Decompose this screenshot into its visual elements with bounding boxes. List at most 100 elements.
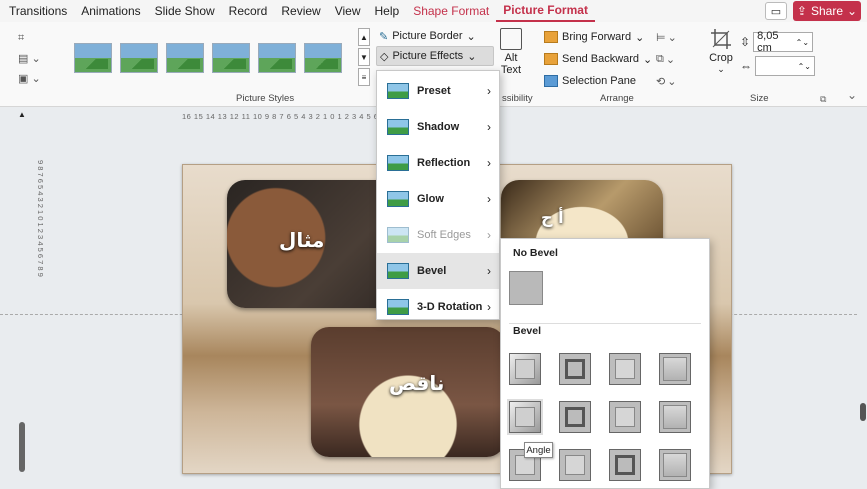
style-thumbnail[interactable] <box>166 43 204 73</box>
style-thumbnail[interactable] <box>304 43 342 73</box>
style-thumbnail[interactable] <box>120 43 158 73</box>
bevel-option[interactable] <box>559 401 591 433</box>
style-thumbnail[interactable] <box>212 43 250 73</box>
tab-slide-show[interactable]: Slide Show <box>148 0 222 22</box>
chevron-right-icon: › <box>487 300 491 314</box>
bevel-option-angle[interactable] <box>507 399 543 435</box>
alt-text-label: Alt Text <box>500 52 522 76</box>
bevel-option[interactable] <box>509 353 541 385</box>
tab-picture-format[interactable]: Picture Format <box>496 0 595 22</box>
reflection-icon <box>387 155 409 171</box>
compress-icon[interactable]: ▣ ⌄ <box>18 68 58 88</box>
chevron-down-icon: ⌄ <box>847 4 858 18</box>
bevel-option[interactable] <box>559 449 591 481</box>
scroll-up-icon[interactable]: ▲ <box>18 110 26 119</box>
slide-word: مثال <box>279 228 325 252</box>
picture-effects-menu: Preset › Shadow › Reflection › Glow › So… <box>376 70 500 320</box>
size-label: Size <box>750 93 769 104</box>
effects-icon: ◇ <box>380 50 389 63</box>
bevel-icon <box>387 263 409 279</box>
crop-icon <box>710 28 732 50</box>
size-dialog-launcher-icon[interactable]: ⧉ <box>820 94 826 105</box>
group-icon: ⧉ <box>656 52 664 65</box>
book-image[interactable]: ناقص <box>311 327 505 457</box>
spinner-icon[interactable]: ⌃⌄ <box>796 38 809 47</box>
bevel-option[interactable] <box>559 353 591 385</box>
menu-item-glow[interactable]: Glow › <box>377 181 499 217</box>
alt-text-button[interactable]: Alt Text <box>496 28 526 76</box>
width-field[interactable]: ⌃⌄ <box>755 56 815 76</box>
bevel-option[interactable] <box>659 449 691 481</box>
menu-item-preset[interactable]: Preset › <box>377 73 499 109</box>
angle-tooltip: Angle <box>524 442 553 458</box>
menu-item-shadow[interactable]: Shadow › <box>377 109 499 145</box>
align-icon: ⊨ <box>656 31 666 44</box>
bring-forward-icon <box>544 31 558 43</box>
crop-button[interactable]: Crop ⌄ <box>706 28 736 75</box>
slide-word: ناقص <box>389 371 445 395</box>
menu-item-reflection[interactable]: Reflection › <box>377 145 499 181</box>
picture-effects-button[interactable]: ◇ Picture Effects ⌄ <box>376 46 494 66</box>
gallery-down-button[interactable]: ▼ <box>358 48 370 66</box>
chevron-down-icon: ⌄ <box>467 50 477 63</box>
menu-item-label: Bevel <box>417 265 447 277</box>
remove-background-icon[interactable]: ⌗ <box>18 28 58 48</box>
picture-styles-label: Picture Styles <box>236 93 295 104</box>
size-group: ⇳ 8,05 cm ⌃⌄ ⇔ ⌃⌄ <box>740 30 832 78</box>
scroll-thumb[interactable] <box>860 403 866 421</box>
style-thumbnail[interactable] <box>258 43 296 73</box>
picture-border-label: Picture Border <box>392 30 463 42</box>
collapse-ribbon-icon[interactable]: ⌄ <box>847 88 857 102</box>
spinner-icon[interactable]: ⌃⌄ <box>798 62 811 71</box>
corrections-icon[interactable]: ▤ ⌄ <box>18 48 58 68</box>
align-button[interactable]: ⊨ ⌄ <box>656 26 696 48</box>
gallery-more-button[interactable]: ≡ <box>358 68 370 86</box>
menu-item-3d-rotation[interactable]: 3-D Rotation › <box>377 289 499 325</box>
bevel-option[interactable] <box>609 401 641 433</box>
group-button[interactable]: ⧉ ⌄ <box>656 48 696 70</box>
menu-bar: Transitions Animations Slide Show Record… <box>0 0 867 22</box>
bevel-option[interactable] <box>659 353 691 385</box>
height-icon: ⇳ <box>740 35 751 49</box>
divider <box>509 323 701 324</box>
chevron-right-icon: › <box>487 264 491 278</box>
tab-animations[interactable]: Animations <box>74 0 147 22</box>
tab-help[interactable]: Help <box>368 0 407 22</box>
height-field[interactable]: 8,05 cm ⌃⌄ <box>753 30 814 54</box>
share-button[interactable]: ⇪ Share ⌄ <box>793 1 861 21</box>
comments-button[interactable]: ▭ <box>765 2 787 20</box>
style-thumbnail[interactable] <box>74 43 112 73</box>
chevron-down-icon: ⌄ <box>635 31 645 44</box>
preset-icon <box>387 83 409 99</box>
crop-label: Crop <box>709 52 733 64</box>
tab-record[interactable]: Record <box>222 0 275 22</box>
rotate-button[interactable]: ⟲ ⌄ <box>656 70 696 92</box>
right-scrollbar[interactable] <box>858 107 867 489</box>
bevel-option[interactable] <box>609 353 641 385</box>
scroll-thumb[interactable] <box>19 422 25 472</box>
arrange-tools: ⊨ ⌄ ⧉ ⌄ ⟲ ⌄ <box>656 26 696 92</box>
tab-view[interactable]: View <box>328 0 368 22</box>
pencil-icon: ✎ <box>379 30 389 43</box>
arrange-label: Arrange <box>600 93 634 104</box>
thumbnail-scrollbar[interactable]: ▲ <box>14 110 30 482</box>
tab-transitions[interactable]: Transitions <box>2 0 74 22</box>
menu-item-label: 3-D Rotation <box>417 301 483 313</box>
comment-icon: ▭ <box>770 5 782 18</box>
glow-icon <box>387 191 409 207</box>
bevel-heading: Bevel <box>513 325 542 337</box>
menu-item-bevel[interactable]: Bevel › <box>377 253 499 289</box>
tab-shape-format[interactable]: Shape Format <box>406 0 496 22</box>
send-backward-label: Send Backward <box>562 53 640 65</box>
menu-item-soft-edges: Soft Edges › <box>377 217 499 253</box>
share-icon: ⇪ <box>796 4 807 18</box>
no-bevel-option[interactable] <box>509 271 543 305</box>
width-icon: ⇔ <box>740 59 752 73</box>
picture-border-button[interactable]: ✎ Picture Border ⌄ <box>376 26 494 46</box>
gallery-up-button[interactable]: ▲ <box>358 28 370 46</box>
chevron-right-icon: › <box>487 120 491 134</box>
tab-review[interactable]: Review <box>274 0 327 22</box>
bevel-option[interactable] <box>609 449 641 481</box>
bevel-option[interactable] <box>659 401 691 433</box>
accessibility-label: ssibility <box>502 93 533 104</box>
